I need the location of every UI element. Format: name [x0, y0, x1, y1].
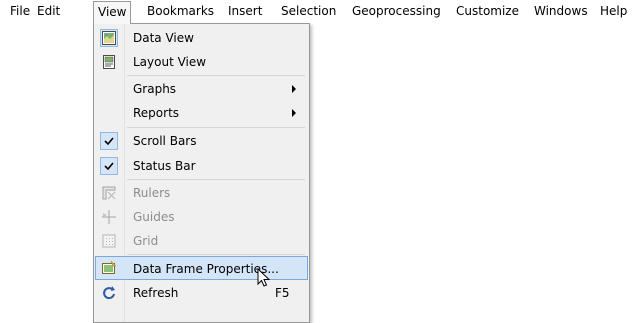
mouse-cursor-icon	[257, 268, 271, 287]
view-dropdown-menu: Data View Layout View Graphs Reports Scr…	[93, 23, 310, 323]
menu-item-scroll-bars[interactable]: Scroll Bars	[95, 129, 308, 153]
menu-bar: File Edit View Bookmarks Insert Selectio…	[0, 0, 637, 24]
menu-item-status-bar[interactable]: Status Bar	[95, 154, 308, 178]
submenu-arrow-icon	[292, 85, 296, 93]
menu-separator	[127, 127, 305, 128]
menu-view[interactable]: View	[93, 1, 132, 24]
menu-geoprocessing[interactable]: Geoprocessing	[352, 0, 441, 22]
layout-view-icon	[101, 54, 117, 70]
checkmark-icon	[104, 137, 114, 146]
refresh-icon	[101, 285, 117, 301]
checkmark-icon	[104, 162, 114, 171]
menu-item-graphs[interactable]: Graphs	[95, 77, 308, 101]
menu-separator	[127, 179, 305, 180]
menu-item-reports[interactable]: Reports	[95, 101, 308, 125]
menu-help[interactable]: Help	[600, 0, 627, 22]
menu-item-rulers[interactable]: Rulers	[95, 181, 308, 205]
menu-bookmarks[interactable]: Bookmarks	[147, 0, 214, 22]
menu-separator	[127, 254, 305, 255]
rulers-icon	[101, 185, 117, 201]
checked-indicator	[100, 157, 118, 175]
data-frame-properties-icon	[101, 260, 117, 276]
menu-item-grid[interactable]: Grid	[95, 229, 308, 253]
checked-indicator	[100, 132, 118, 150]
menu-item-refresh[interactable]: Refresh F5	[95, 281, 308, 305]
data-view-icon	[101, 30, 117, 46]
menu-selection[interactable]: Selection	[281, 0, 336, 22]
menu-separator	[127, 75, 305, 76]
menu-item-guides[interactable]: Guides	[95, 205, 308, 229]
menu-windows[interactable]: Windows	[534, 0, 588, 22]
menu-customize[interactable]: Customize	[456, 0, 519, 22]
grid-icon	[101, 233, 117, 249]
menu-item-layout-view[interactable]: Layout View	[95, 50, 308, 74]
menu-edit[interactable]: Edit	[37, 0, 60, 22]
menu-item-label: Reports	[133, 106, 180, 120]
menu-item-label: Status Bar	[133, 159, 196, 173]
menu-insert[interactable]: Insert	[228, 0, 262, 22]
menu-item-label: Guides	[133, 210, 175, 224]
menu-item-label: Graphs	[133, 82, 177, 96]
menu-item-shortcut: F5	[275, 286, 290, 300]
menu-item-label: Data View	[133, 31, 194, 45]
menu-item-label: Scroll Bars	[133, 134, 197, 148]
menu-item-label: Layout View	[133, 55, 207, 69]
menu-item-data-frame-properties[interactable]: Data Frame Properties...	[95, 256, 308, 280]
guides-icon	[101, 209, 117, 225]
submenu-arrow-icon	[292, 109, 296, 117]
menu-item-label: Rulers	[133, 186, 171, 200]
menu-item-label: Refresh	[133, 286, 179, 300]
menu-file[interactable]: File	[10, 0, 30, 22]
menu-item-label: Grid	[133, 234, 159, 248]
menu-item-data-view[interactable]: Data View	[95, 26, 308, 50]
